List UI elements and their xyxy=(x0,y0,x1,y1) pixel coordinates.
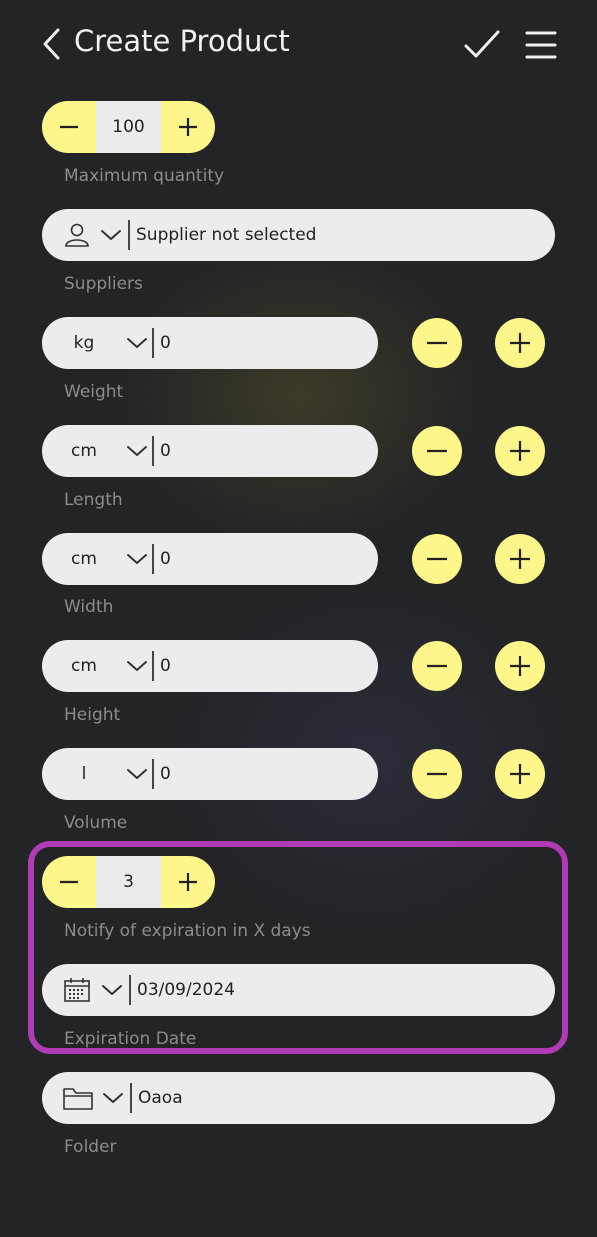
check-icon[interactable] xyxy=(462,28,502,62)
person-icon xyxy=(64,222,90,248)
chevron-down-icon[interactable] xyxy=(126,659,148,673)
length-value[interactable]: 0 xyxy=(160,441,171,461)
length-field[interactable]: cm 0 xyxy=(42,425,378,477)
weight-increment-button[interactable] xyxy=(495,318,545,368)
chevron-down-icon[interactable] xyxy=(126,552,148,566)
max-quantity-value[interactable]: 100 xyxy=(96,101,161,153)
width-value[interactable]: 0 xyxy=(160,549,171,569)
chevron-down-icon xyxy=(100,228,122,242)
notify-days-increment-button[interactable] xyxy=(161,856,215,908)
height-increment-button[interactable] xyxy=(495,641,545,691)
width-label: Width xyxy=(64,597,114,617)
volume-increment-button[interactable] xyxy=(495,749,545,799)
length-increment-button[interactable] xyxy=(495,426,545,476)
volume-unit[interactable]: l xyxy=(42,764,126,784)
expiration-date-value: 03/09/2024 xyxy=(137,980,235,1000)
volume-decrement-button[interactable] xyxy=(412,749,462,799)
length-label: Length xyxy=(64,490,123,510)
max-quantity-label: Maximum quantity xyxy=(64,166,225,186)
folder-select[interactable]: Oaoa xyxy=(42,1072,555,1124)
folder-icon xyxy=(62,1085,94,1111)
width-field[interactable]: cm 0 xyxy=(42,533,378,585)
folder-label: Folder xyxy=(64,1137,117,1157)
length-decrement-button[interactable] xyxy=(412,426,462,476)
notify-days-value[interactable]: 3 xyxy=(96,856,161,908)
height-label: Height xyxy=(64,705,121,725)
chevron-down-icon xyxy=(101,983,123,997)
max-quantity-increment-button[interactable] xyxy=(161,101,215,153)
notify-days-label: Notify of expiration in X days xyxy=(64,921,311,941)
page-title: Create Product xyxy=(74,24,290,58)
weight-decrement-button[interactable] xyxy=(412,318,462,368)
width-increment-button[interactable] xyxy=(495,534,545,584)
max-quantity-decrement-button[interactable] xyxy=(42,101,96,153)
weight-label: Weight xyxy=(64,382,124,402)
max-quantity-stepper: 100 xyxy=(42,101,215,153)
suppliers-label: Suppliers xyxy=(64,274,143,294)
height-value[interactable]: 0 xyxy=(160,656,171,676)
expiration-date-field[interactable]: 03/09/2024 xyxy=(42,964,555,1016)
height-decrement-button[interactable] xyxy=(412,641,462,691)
length-unit[interactable]: cm xyxy=(42,441,126,461)
volume-value[interactable]: 0 xyxy=(160,764,171,784)
supplier-select[interactable]: Supplier not selected xyxy=(42,209,555,261)
calendar-icon xyxy=(63,977,91,1003)
width-unit[interactable]: cm xyxy=(42,549,126,569)
volume-label: Volume xyxy=(64,813,128,833)
expiration-date-label: Expiration Date xyxy=(64,1029,197,1049)
weight-value[interactable]: 0 xyxy=(160,333,171,353)
volume-field[interactable]: l 0 xyxy=(42,748,378,800)
chevron-down-icon[interactable] xyxy=(126,336,148,350)
menu-icon[interactable] xyxy=(524,30,558,60)
notify-days-decrement-button[interactable] xyxy=(42,856,96,908)
chevron-down-icon[interactable] xyxy=(126,767,148,781)
back-icon[interactable] xyxy=(38,26,68,62)
height-unit[interactable]: cm xyxy=(42,656,126,676)
folder-value: Oaoa xyxy=(138,1088,183,1108)
supplier-value: Supplier not selected xyxy=(136,225,317,245)
weight-unit[interactable]: kg xyxy=(42,333,126,353)
chevron-down-icon[interactable] xyxy=(126,444,148,458)
width-decrement-button[interactable] xyxy=(412,534,462,584)
notify-days-stepper: 3 xyxy=(42,856,215,908)
height-field[interactable]: cm 0 xyxy=(42,640,378,692)
chevron-down-icon xyxy=(102,1091,124,1105)
weight-field[interactable]: kg 0 xyxy=(42,317,378,369)
